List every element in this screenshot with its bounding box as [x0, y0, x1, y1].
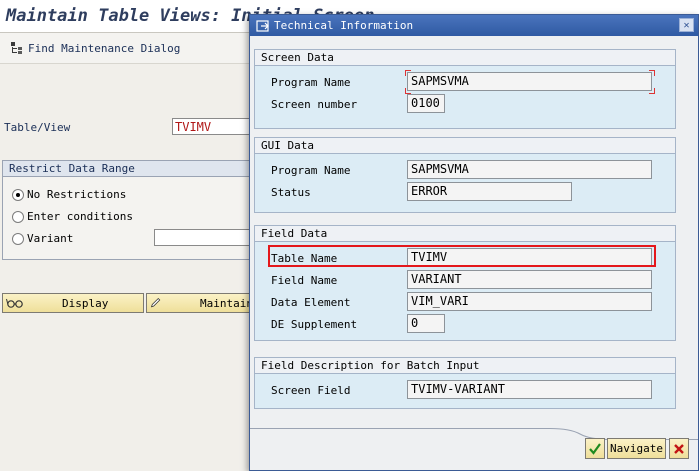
batch-input-group: Field Description for Batch Input Screen… [254, 357, 676, 409]
data-element-label: Data Element [271, 296, 351, 309]
de-supplement-label: DE Supplement [271, 318, 358, 331]
status-field[interactable]: ERROR [407, 182, 572, 201]
screen-field-label: Screen Field [271, 384, 351, 397]
program-name-field[interactable]: SAPMSVMA [407, 72, 652, 91]
radio-selected-icon [12, 188, 24, 201]
focus-corner-mark [405, 70, 411, 76]
navigate-button[interactable]: Navigate [607, 438, 666, 459]
navigate-button-label: Navigate [610, 442, 663, 455]
radio-enter-conditions[interactable]: Enter conditions [12, 210, 133, 223]
pencil-icon [150, 297, 161, 308]
screen-data-group: Screen Data Program Name SAPMSVMA Screen… [254, 49, 676, 129]
field-name-label: Field Name [271, 274, 338, 287]
gui-program-name-label: Program Name [271, 164, 351, 177]
screen-data-heading: Screen Data [255, 50, 675, 66]
field-data-group: Field Data Table Name TVIMV Field Name V… [254, 225, 676, 341]
screen-field-field[interactable]: TVIMV-VARIANT [407, 380, 652, 399]
glasses-icon [6, 298, 23, 308]
variant-input[interactable] [154, 229, 254, 246]
radio-no-restrictions[interactable]: No Restrictions [12, 188, 126, 201]
find-maintenance-dialog-button[interactable]: Find Maintenance Dialog [10, 40, 180, 56]
screen-number-field[interactable]: 0100 [407, 94, 445, 113]
find-maintenance-dialog-label: Find Maintenance Dialog [28, 41, 181, 55]
restrict-data-range-heading: Restrict Data Range [3, 161, 256, 177]
close-icon[interactable]: ✕ [679, 18, 694, 32]
gui-data-group: GUI Data Program Name SAPMSVMA Status ER… [254, 137, 676, 213]
screen-number-label: Screen number [271, 98, 358, 111]
cancel-x-icon [674, 443, 684, 454]
cancel-button[interactable] [669, 438, 689, 459]
radio-label: Enter conditions [27, 210, 133, 223]
table-view-label: Table/View [4, 121, 71, 134]
dialog-window-icon [256, 19, 269, 32]
display-button-label: Display [62, 296, 109, 310]
radio-unselected-icon [12, 232, 24, 245]
batch-input-heading: Field Description for Batch Input [255, 358, 675, 374]
radio-label: Variant [27, 232, 74, 245]
table-name-highlight-box [268, 245, 656, 267]
field-data-heading: Field Data [255, 226, 675, 242]
display-button[interactable]: Display [2, 293, 144, 313]
focus-corner-mark [649, 88, 655, 94]
dialog-title-bar[interactable]: Technical Information ✕ [250, 15, 698, 36]
gui-data-heading: GUI Data [255, 138, 675, 154]
program-name-label: Program Name [271, 76, 351, 89]
maintain-button[interactable]: Maintain [146, 293, 254, 313]
confirm-button[interactable] [585, 438, 605, 459]
de-supplement-field[interactable]: 0 [407, 314, 445, 333]
check-icon [589, 442, 601, 455]
dialog-title: Technical Information [274, 19, 414, 32]
data-element-field[interactable]: VIM_VARI [407, 292, 652, 311]
maintain-button-label: Maintain [200, 296, 253, 310]
field-name-field[interactable]: VARIANT [407, 270, 652, 289]
gui-program-name-field[interactable]: SAPMSVMA [407, 160, 652, 179]
radio-variant[interactable]: Variant [12, 232, 73, 245]
radio-label: No Restrictions [27, 188, 127, 201]
tree-structure-icon [11, 42, 22, 54]
status-label: Status [271, 186, 311, 199]
radio-unselected-icon [12, 210, 24, 223]
focus-corner-mark [649, 70, 655, 76]
table-view-input[interactable]: TVIMV [172, 118, 252, 135]
